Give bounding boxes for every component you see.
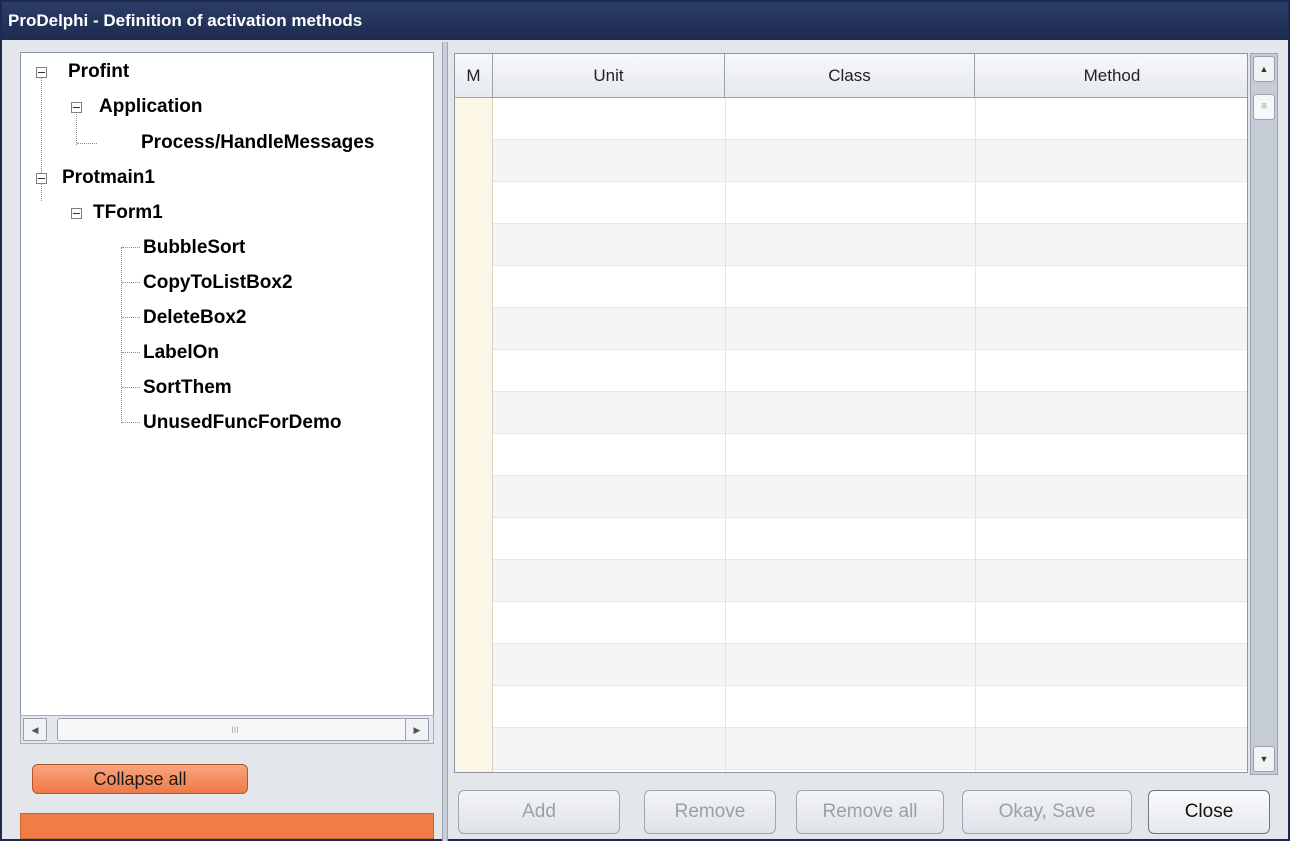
collapse-all-button[interactable]: Collapse all [32,764,248,794]
tree-node-label: Protmain1 [62,167,155,188]
arrow-right-icon[interactable]: ▶ [405,718,429,741]
tree-connector [122,317,140,318]
tree-connector [122,282,140,283]
tree-node-label: Profint [68,61,130,82]
close-button[interactable]: Close [1148,790,1270,834]
arrow-left-icon[interactable]: ◀ [23,718,47,741]
tree-node-copytolistbox2[interactable]: CopyToListBox2 [143,266,293,300]
minus-box-icon[interactable] [36,173,47,184]
minus-box-icon[interactable] [36,67,47,78]
tree-view[interactable]: Profint Application Process/HandleMessag… [20,52,434,730]
tree-connector [122,247,140,248]
tree-node-sortthem[interactable]: SortThem [143,371,232,405]
table-row[interactable] [455,644,1247,686]
tree-connector [122,352,140,353]
tree-node-labelon[interactable]: LabelOn [143,336,219,370]
tree-node-deletebox2[interactable]: DeleteBox2 [143,301,247,335]
minus-box-icon[interactable] [71,102,82,113]
table-row[interactable] [455,98,1247,140]
tree-node-label: TForm1 [93,202,163,223]
add-button[interactable]: Add [458,790,620,834]
table-row[interactable] [455,686,1247,728]
app-window: ProDelphi - Definition of activation met… [0,0,1290,841]
minus-box-icon[interactable] [71,208,82,219]
table-row[interactable] [455,308,1247,350]
remove-button[interactable]: Remove [644,790,776,834]
tree-node-label: CopyToListBox2 [143,272,293,293]
tree-node-bubblesort[interactable]: BubbleSort [143,231,245,265]
column-divider [725,98,726,772]
column-header-unit[interactable]: Unit [493,54,725,98]
arrow-up-icon[interactable]: ▲ [1253,56,1275,82]
tree-connector [77,143,97,144]
table-row[interactable] [455,182,1247,224]
status-bar [20,813,434,839]
grid-m-column [455,98,493,772]
okay-save-button[interactable]: Okay, Save [962,790,1132,834]
tree-node-label: SortThem [143,377,232,398]
table-row[interactable] [455,224,1247,266]
grid-body[interactable] [455,98,1247,772]
grid-header: M Unit Class Method [455,54,1247,98]
tree-node-label: Process/HandleMessages [141,132,375,153]
tree-node-process-handlemessages[interactable]: Process/HandleMessages [141,126,374,160]
tree-node-label: DeleteBox2 [143,307,247,328]
column-header-class[interactable]: Class [725,54,975,98]
tree-node-label: UnusedFuncForDemo [143,412,342,433]
table-row[interactable] [455,350,1247,392]
tree-node-label: Application [99,96,203,117]
scrollbar-thumb[interactable]: ≡ [1253,94,1275,120]
tree-connector [122,422,140,423]
tree-node-label: LabelOn [143,342,220,363]
methods-grid[interactable]: M Unit Class Method [454,53,1248,773]
column-divider [975,98,976,772]
table-row[interactable] [455,266,1247,308]
window-title: ProDelphi - Definition of activation met… [2,2,1288,40]
table-row[interactable] [455,518,1247,560]
column-header-m[interactable]: M [455,54,493,98]
tree-content: Profint Application Process/HandleMessag… [21,53,433,713]
table-row[interactable] [455,476,1247,518]
tree-connector [122,387,140,388]
tree-horizontal-scrollbar[interactable]: ◀ III ▶ [20,715,434,744]
table-row[interactable] [455,728,1247,770]
arrow-down-icon[interactable]: ▼ [1253,746,1275,772]
table-row[interactable] [455,434,1247,476]
column-header-method[interactable]: Method [975,54,1247,98]
table-row[interactable] [455,602,1247,644]
table-row[interactable] [455,560,1247,602]
tree-node-label: BubbleSort [143,237,246,258]
panel-splitter[interactable] [442,42,448,841]
remove-all-button[interactable]: Remove all [796,790,944,834]
scrollbar-thumb[interactable]: III [57,718,413,741]
table-row[interactable] [455,392,1247,434]
tree-node-unusedfuncfordemo[interactable]: UnusedFuncForDemo [143,406,341,440]
grid-vertical-scrollbar[interactable]: ▲ ≡ ▼ [1250,53,1278,775]
tree-connector [121,247,122,423]
table-row[interactable] [455,140,1247,182]
